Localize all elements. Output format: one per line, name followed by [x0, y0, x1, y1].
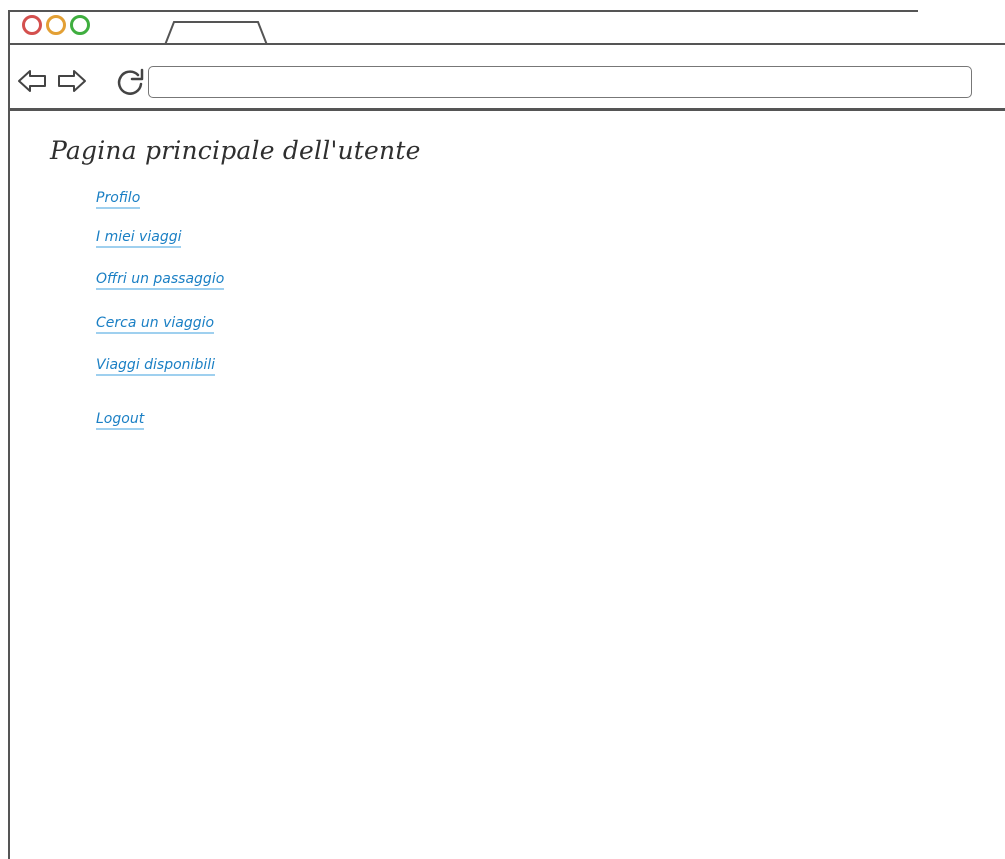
browser-window: Pagina principale dell'utente Profilo I … — [0, 0, 1005, 859]
browser-tab[interactable] — [164, 20, 268, 45]
link-i-miei-viaggi[interactable]: I miei viaggi — [96, 229, 182, 248]
link-cerca-un-viaggio[interactable]: Cerca un viaggio — [96, 315, 215, 334]
address-bar-input[interactable] — [148, 66, 972, 98]
page-title: Pagina principale dell'utente — [50, 136, 421, 165]
close-window-button[interactable] — [22, 15, 42, 35]
link-offri-un-passaggio[interactable]: Offri un passaggio — [96, 271, 225, 290]
minimize-window-button[interactable] — [46, 15, 66, 35]
title-bar — [10, 12, 1005, 44]
link-profilo[interactable]: Profilo — [96, 190, 141, 209]
back-arrow-icon[interactable] — [16, 66, 48, 96]
reload-icon[interactable] — [114, 66, 146, 98]
page-content — [10, 111, 1005, 859]
forward-arrow-icon[interactable] — [56, 66, 88, 96]
link-logout[interactable]: Logout — [96, 411, 145, 430]
maximize-window-button[interactable] — [70, 15, 90, 35]
link-viaggi-disponibili[interactable]: Viaggi disponibili — [96, 357, 215, 376]
